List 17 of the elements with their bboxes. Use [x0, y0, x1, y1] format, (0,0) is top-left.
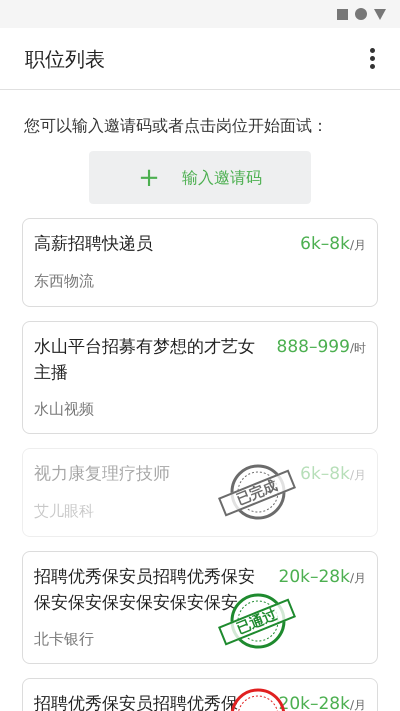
- company-name: 北卡银行: [34, 628, 95, 650]
- triangle-icon: [374, 8, 386, 20]
- instruction-text: 您可以输入邀请码或者点击岗位开始面试：: [23, 115, 329, 137]
- salary-text: 888–999/时: [276, 336, 366, 358]
- job-title: 视力康复理疗技师: [34, 463, 171, 486]
- salary-text: 6k–8k/月: [300, 233, 366, 256]
- job-title: 高薪招聘快递员: [34, 233, 154, 256]
- company-name: 水山视频: [34, 398, 95, 420]
- circle-icon: [355, 8, 367, 20]
- salary-text: 6k–8k/月: [300, 463, 366, 486]
- company-name: 东西物流: [34, 271, 95, 292]
- job-title: 水山平台招募有梦想的才艺女主播: [34, 336, 256, 384]
- salary-text: 20k–28k/月: [278, 566, 366, 588]
- job-card[interactable]: 高薪招聘快递员 6k–8k/月 东西物流: [22, 218, 378, 306]
- page-title: 职位列表: [25, 46, 105, 72]
- job-card[interactable]: 水山平台招募有梦想的才艺女主播 888–999/时 水山视频: [22, 320, 378, 434]
- square-icon: [337, 8, 348, 20]
